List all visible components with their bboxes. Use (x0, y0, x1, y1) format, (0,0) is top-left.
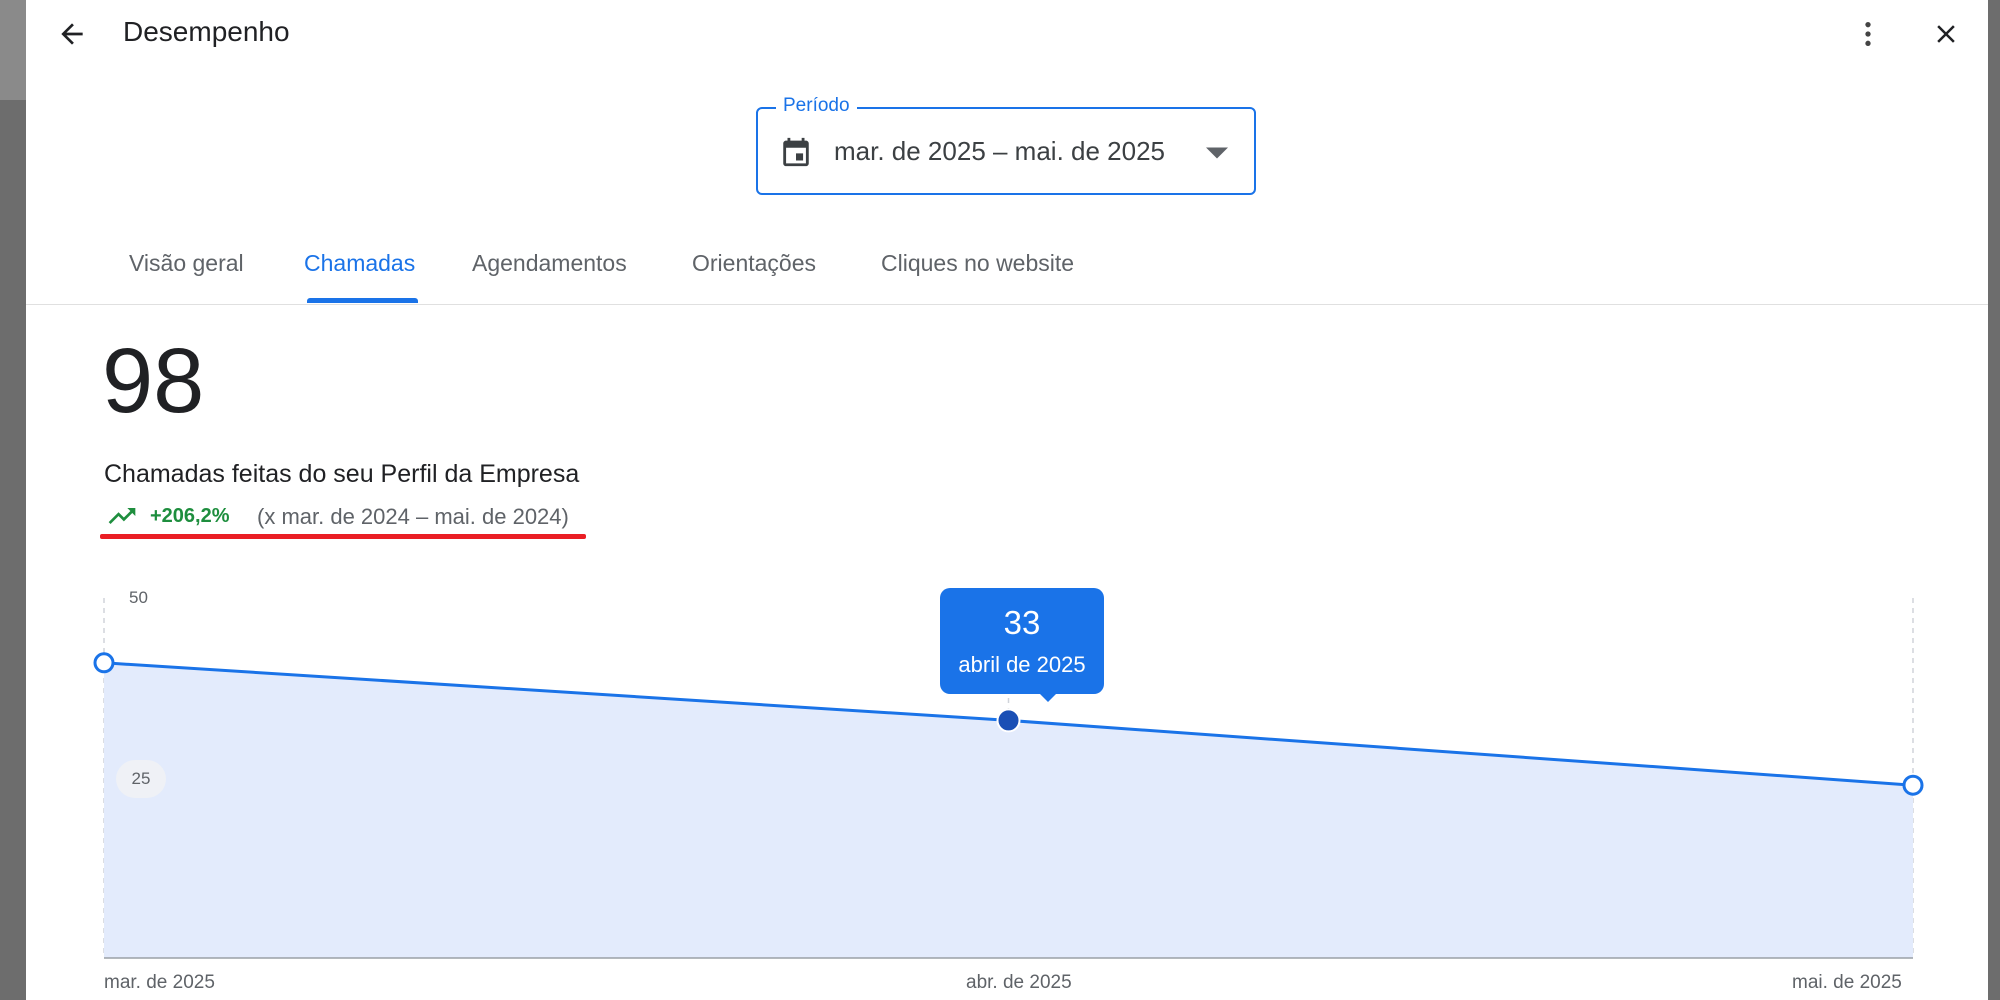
backdrop-right (1988, 0, 2000, 1000)
x-tick-label: mar. de 2025 (104, 972, 215, 993)
active-tab-indicator (307, 298, 418, 303)
data-point-selected (996, 708, 1021, 733)
chart-tooltip: 33 abril de 2025 (940, 588, 1104, 694)
backdrop (0, 0, 26, 1000)
data-point (1902, 774, 1924, 796)
tooltip-date: abril de 2025 (958, 652, 1086, 677)
tab-bookings[interactable]: Agendamentos (472, 250, 627, 277)
trending-up-icon (108, 508, 136, 524)
more-vert-icon (1865, 22, 1871, 46)
tab-website-clicks[interactable]: Cliques no website (881, 250, 1074, 277)
x-tick-label: abr. de 2025 (966, 972, 1072, 993)
tab-overview[interactable]: Visão geral (129, 250, 244, 277)
metric-label: Chamadas feitas do seu Perfil da Empresa (104, 460, 580, 488)
period-selector[interactable]: Período mar. de 2025 – mai. de 2025 (756, 95, 1256, 195)
tab-directions[interactable]: Orientações (692, 250, 816, 277)
tab-bar: Visão geral Chamadas Agendamentos Orient… (26, 230, 1988, 305)
metric-value: 98 (102, 330, 205, 432)
more-options-button[interactable] (1846, 12, 1890, 56)
y-tick-label: 50 (129, 588, 148, 607)
period-value: mar. de 2025 – mai. de 2025 (834, 136, 1166, 166)
area-fill (104, 662, 1913, 958)
x-tick-label: mai. de 2025 (1792, 972, 1902, 993)
tab-calls[interactable]: Chamadas (304, 250, 415, 277)
chevron-down-icon (1206, 147, 1228, 159)
tooltip-pointer (1038, 692, 1058, 702)
arrow-back-icon (61, 23, 83, 45)
close-icon (1937, 25, 1955, 43)
data-point (93, 652, 115, 674)
calendar-icon (783, 137, 809, 167)
trend-percentage: +206,2% (150, 505, 230, 527)
trend-comparison-period: (x mar. de 2024 – mai. de 2024) (257, 504, 569, 529)
highlight-underline (100, 534, 586, 539)
y-tick-label: 25 (116, 760, 166, 798)
close-button[interactable] (1924, 12, 1968, 56)
dialog-header: Desempenho (26, 0, 1988, 70)
performance-dialog: Desempenho Período mar. de 2025 – mai. d… (26, 0, 1988, 1000)
period-label: Período (776, 95, 857, 117)
page-title: Desempenho (123, 16, 290, 47)
back-button[interactable] (50, 12, 94, 56)
tooltip-value: 33 (1003, 604, 1041, 641)
